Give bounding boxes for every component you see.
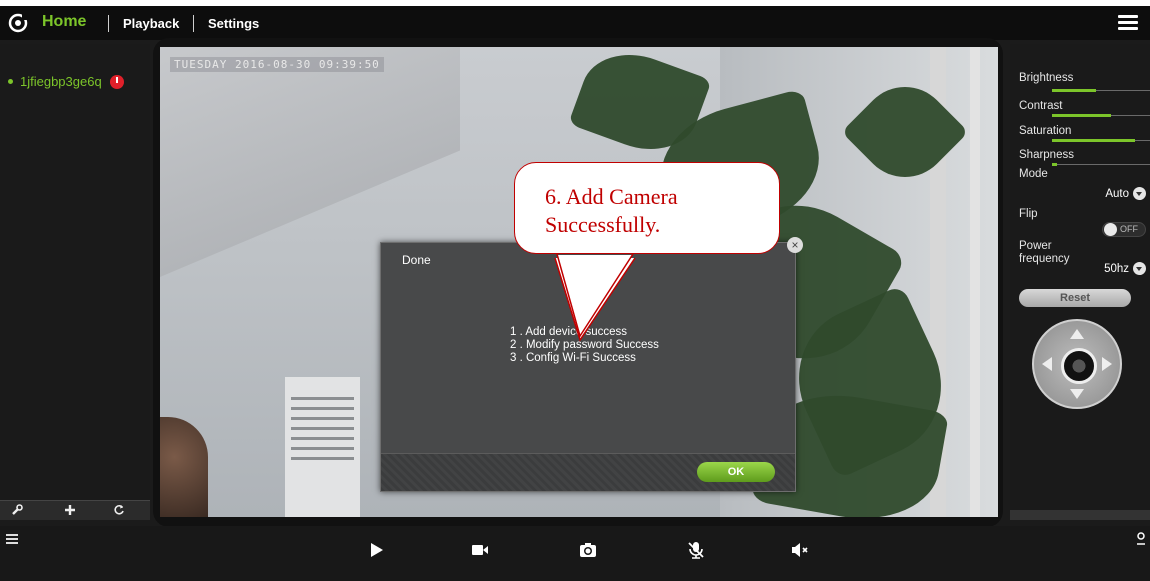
mode-select[interactable]: Auto <box>1105 187 1146 200</box>
app-window: Home Playback Settings 1jfiegbp3ge6q TUE… <box>0 6 1150 581</box>
ptz-control[interactable] <box>1032 319 1122 409</box>
dialog-title: Done <box>402 253 431 267</box>
ok-button[interactable]: OK <box>697 462 775 482</box>
sharpness-slider[interactable] <box>1052 163 1150 166</box>
brightness-label: Brightness <box>1019 72 1074 84</box>
power-frequency-label-line: frequency <box>1019 253 1070 265</box>
saturation-slider[interactable] <box>1052 139 1150 142</box>
power-frequency-label: Power frequency <box>1019 240 1070 266</box>
nav-playback-tab[interactable]: Playback <box>123 16 179 31</box>
top-nav-bar: Home Playback Settings <box>0 6 1150 40</box>
contrast-slider[interactable] <box>1052 114 1150 117</box>
video-ac-unit <box>285 377 360 517</box>
power-frequency-value: 50hz <box>1104 262 1129 275</box>
power-frequency-select[interactable]: 50hz <box>1104 262 1146 275</box>
callout-line: 6. Add Camera <box>545 184 678 209</box>
list-icon[interactable] <box>6 534 18 544</box>
mode-label: Mode <box>1019 168 1048 180</box>
device-list-panel: 1jfiegbp3ge6q <box>0 44 150 520</box>
callout-line: Successfully. <box>545 212 661 237</box>
dialog-message-line: 3 . Config Wi-Fi Success <box>510 352 636 364</box>
add-icon[interactable] <box>64 504 76 516</box>
ptz-center-button[interactable] <box>1061 348 1097 384</box>
flip-label: Flip <box>1019 208 1038 220</box>
mode-value: Auto <box>1105 187 1129 200</box>
toggle-knob <box>1104 223 1117 236</box>
arrow-up-icon[interactable] <box>1070 329 1084 339</box>
dialog-footer: OK <box>381 453 795 491</box>
device-toolbar <box>0 500 150 520</box>
brightness-slider[interactable] <box>1052 89 1150 92</box>
image-settings-panel: Brightness Contrast Saturation Sharpness… <box>1010 44 1150 520</box>
arrow-right-icon[interactable] <box>1102 357 1112 371</box>
reset-button[interactable]: Reset <box>1019 289 1131 307</box>
sharpness-label: Sharpness <box>1019 149 1074 161</box>
power-icon[interactable] <box>109 74 124 89</box>
arrow-down-icon[interactable] <box>1070 389 1084 399</box>
dialog-message-line: 1 . Add device success <box>510 326 627 338</box>
play-icon[interactable] <box>366 540 386 560</box>
panel-footer <box>1010 510 1150 520</box>
camera-snapshot-icon[interactable] <box>578 540 598 560</box>
dialog-message: 1 . Add device success 2 . Modify passwo… <box>510 326 659 365</box>
flip-toggle[interactable]: OFF <box>1102 222 1146 237</box>
nav-divider <box>108 15 109 32</box>
video-shelf <box>970 47 980 517</box>
power-frequency-label-line: Power <box>1019 240 1052 252</box>
success-dialog: Done × 1 . Add device success 2 . Modify… <box>380 237 803 492</box>
flip-value: OFF <box>1120 224 1138 234</box>
saturation-label: Saturation <box>1019 125 1072 137</box>
chevron-down-icon <box>1133 262 1146 275</box>
online-status-icon <box>8 79 13 84</box>
nav-divider <box>193 15 194 32</box>
chevron-down-icon <box>1133 187 1146 200</box>
contrast-label: Contrast <box>1019 100 1063 112</box>
video-person <box>160 417 208 517</box>
arrow-left-icon[interactable] <box>1042 357 1052 371</box>
speaker-muted-icon[interactable] <box>790 540 810 560</box>
device-name: 1jfiegbp3ge6q <box>20 74 102 89</box>
dialog-message-line: 2 . Modify password Success <box>510 339 659 351</box>
close-icon[interactable]: × <box>787 237 803 253</box>
wrench-icon[interactable] <box>11 504 23 516</box>
refresh-icon[interactable] <box>113 504 125 516</box>
annotation-callout: 6. Add Camera Successfully. <box>514 162 780 254</box>
nav-home-tab[interactable]: Home <box>42 13 86 31</box>
nav-settings-tab[interactable]: Settings <box>208 16 259 31</box>
device-list-item[interactable]: 1jfiegbp3ge6q <box>8 74 124 89</box>
hamburger-menu-icon[interactable] <box>1118 15 1138 31</box>
video-timestamp: TUESDAY 2016-08-30 09:39:50 <box>170 57 384 72</box>
control-bar <box>0 526 1150 581</box>
record-video-icon[interactable] <box>470 540 490 560</box>
callout-text: 6. Add Camera Successfully. <box>545 183 678 239</box>
app-logo-icon <box>8 13 28 33</box>
microphone-muted-icon[interactable] <box>686 540 706 560</box>
location-pin-icon[interactable] <box>1136 532 1146 546</box>
